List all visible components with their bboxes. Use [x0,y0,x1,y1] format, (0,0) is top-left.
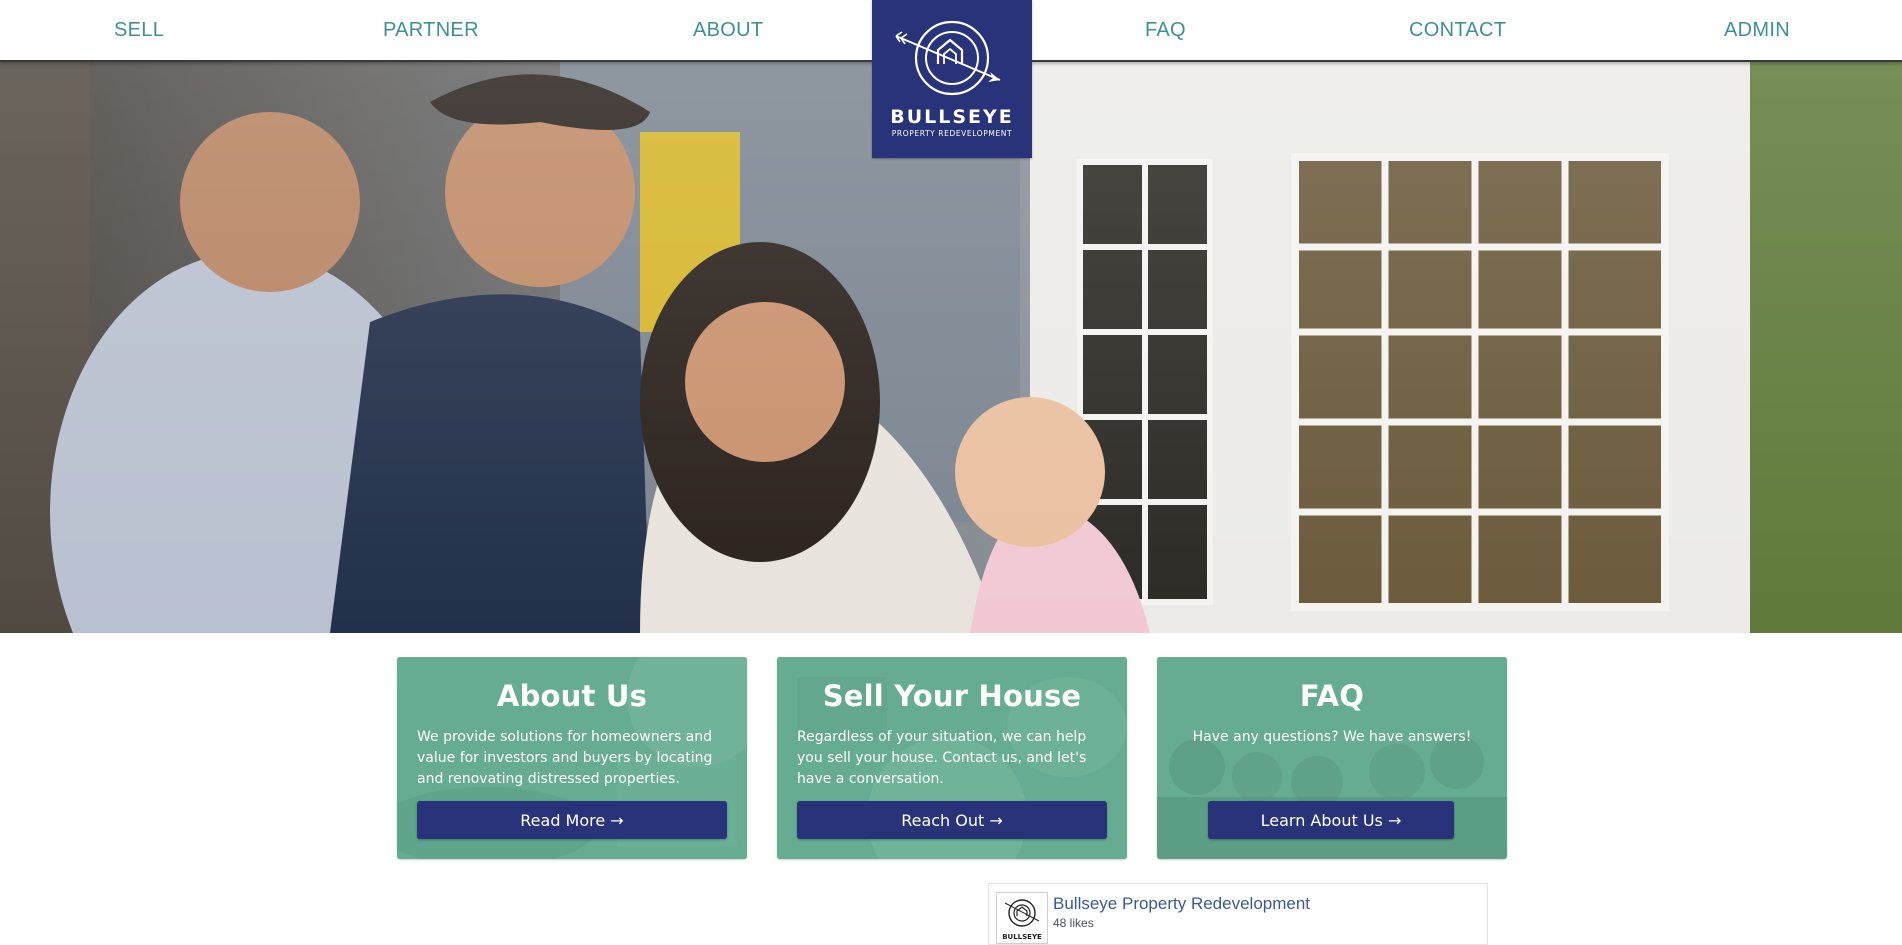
card-description: Have any questions? We have answers! [1192,729,1472,745]
logo-tagline: PROPERTY REDEVELOPMENT [891,129,1013,138]
facebook-page-widget: BULLSEYE Bullseye Property Redevelopment… [988,883,1488,945]
facebook-page-avatar[interactable]: BULLSEYE [996,892,1048,944]
nav-about-link[interactable]: ABOUT [693,19,763,42]
nav-faq-link[interactable]: FAQ [1145,19,1186,42]
about-us-card: About Us We provide solutions for homeow… [397,657,747,859]
card-title: FAQ [1299,679,1365,713]
faq-card: FAQ Have any questions? We have answers!… [1157,657,1507,859]
card-description: Regardless of your situation, we can hel… [797,729,1087,787]
card-description: We provide solutions for homeowners and … [417,729,713,787]
facebook-page-name-link[interactable]: Bullseye Property Redevelopment [1053,894,1310,914]
card-title: Sell Your House [822,679,1082,713]
sell-your-house-card: Sell Your House Regardless of your situa… [777,657,1127,859]
reach-out-button[interactable]: Reach Out → [797,801,1107,839]
nav-partner-link[interactable]: PARTNER [383,19,479,42]
facebook-like-count: 48 likes [1053,916,1094,930]
learn-about-us-button[interactable]: Learn About Us → [1208,801,1454,839]
logo-wordmark: BULLSEYE [890,106,1014,128]
card-title: About Us [496,679,648,713]
nav-admin-link[interactable]: ADMIN [1724,19,1790,42]
bullseye-house-icon [895,20,1001,96]
brand-logo[interactable]: BULLSEYE PROPERTY REDEVELOPMENT [872,0,1032,158]
nav-sell-link[interactable]: SELL [114,19,164,42]
thumb-wordmark: BULLSEYE [1002,933,1042,941]
bullseye-logo-icon: BULLSEYE [997,893,1047,943]
nav-contact-link[interactable]: CONTACT [1409,19,1506,42]
read-more-button[interactable]: Read More → [417,801,727,839]
